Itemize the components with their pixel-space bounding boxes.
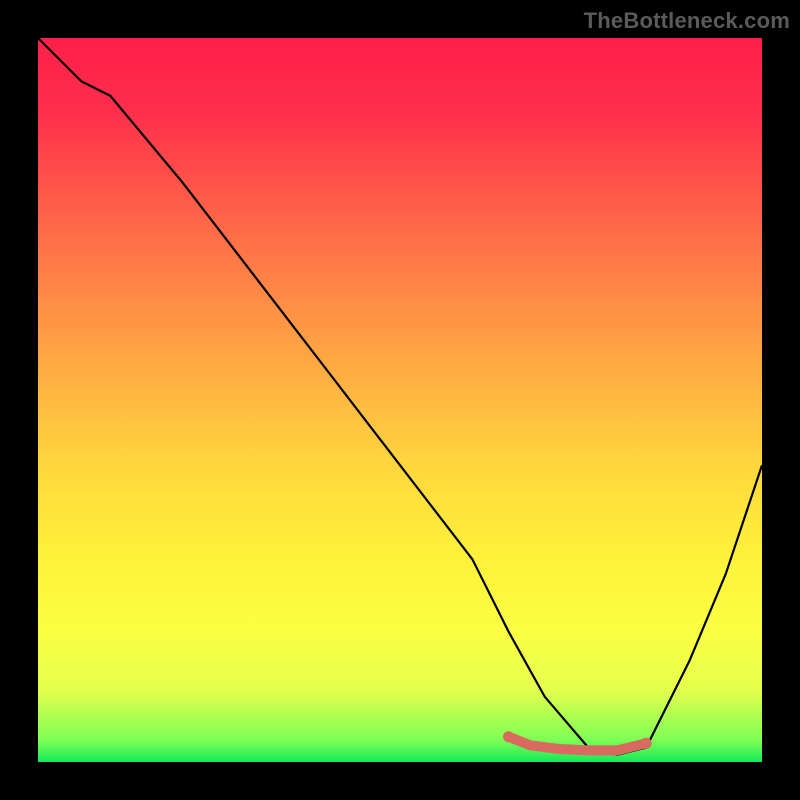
- optimal-range-highlight: [509, 737, 647, 751]
- bottleneck-curve: [38, 38, 762, 755]
- optimal-range-cap: [503, 731, 514, 742]
- optimal-range-cap: [641, 738, 652, 749]
- chart-overlay: [0, 0, 800, 800]
- watermark-label: TheBottleneck.com: [584, 8, 790, 34]
- chart-container: TheBottleneck.com: [0, 0, 800, 800]
